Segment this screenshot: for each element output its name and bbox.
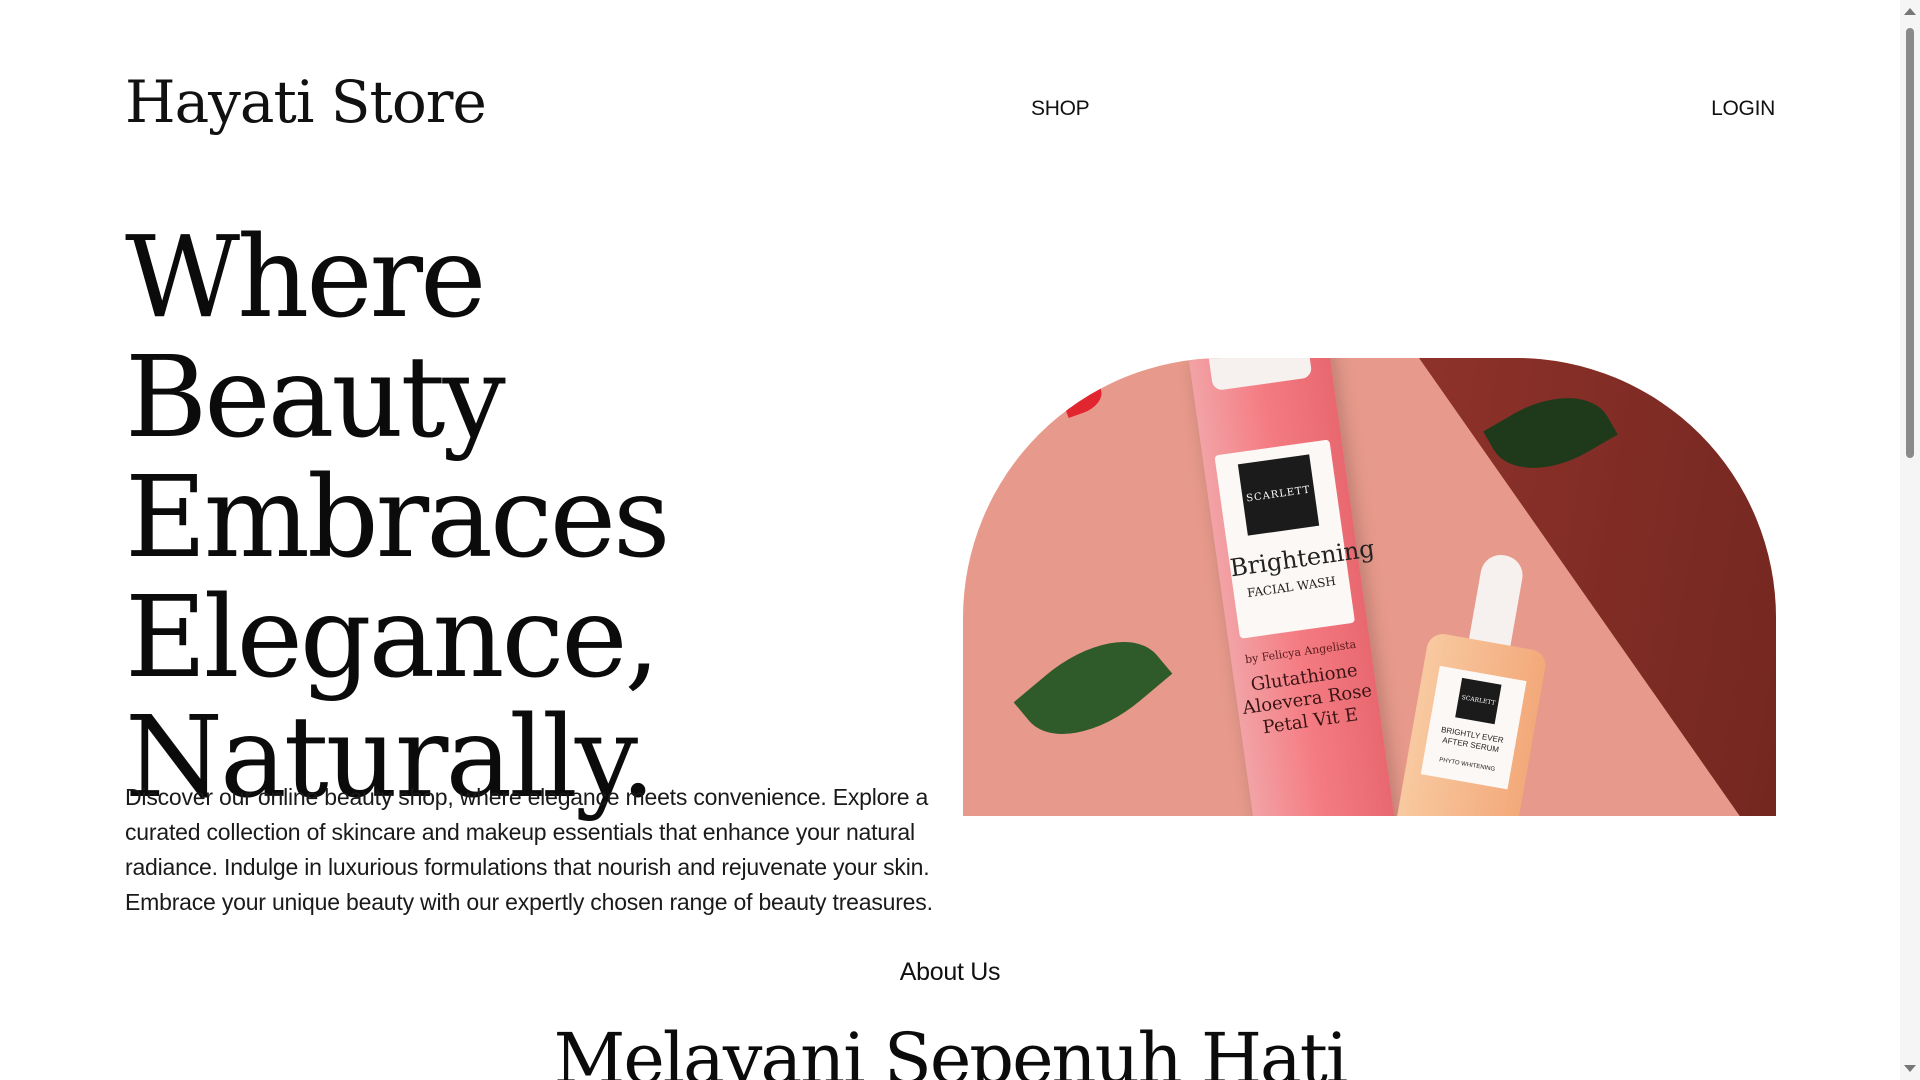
bottle-cap <box>1205 358 1313 392</box>
serum-bottle: SCARLETT BRIGHTLY EVER AFTER SERUM PHYTO… <box>1391 545 1563 816</box>
rose-petal <box>1059 379 1107 419</box>
serum-dropper <box>1467 551 1526 653</box>
bottle-brand: SCARLETT <box>1237 454 1320 536</box>
bottle-ingredients: Glutathione Aloevera Rose Petal Vit E <box>1241 659 1374 739</box>
rose-leaf <box>1013 612 1173 764</box>
hero-description: Discover our online beauty shop, where e… <box>125 784 933 915</box>
serum-brand: SCARLETT <box>1455 677 1502 725</box>
facial-wash-bottle: SCARLETT Brightening FACIAL WASH by Feli… <box>1187 358 1399 816</box>
about-us-label: About Us <box>899 958 1001 986</box>
brand-logo[interactable]: Hayati Store <box>125 68 487 136</box>
scrollbar-thumb[interactable] <box>1906 28 1914 458</box>
bottle-label: SCARLETT Brightening FACIAL WASH by Feli… <box>1214 439 1376 666</box>
hero-product-image: SCARLETT Brightening FACIAL WASH by Feli… <box>963 358 1776 816</box>
serum-sub: PHYTO WHITENING <box>1438 757 1496 773</box>
hero-title: Where Beauty Embraces Elegance, Naturall… <box>125 213 670 823</box>
about-title: Melayani Sepenuh Hati <box>553 1018 1349 1080</box>
scroll-up-icon[interactable] <box>1904 8 1916 15</box>
page: Hayati Store SHOP LOGIN Where Beauty Emb… <box>0 0 1900 1080</box>
scroll-down-icon[interactable] <box>1904 1065 1916 1072</box>
serum-label: SCARLETT BRIGHTLY EVER AFTER SERUM PHYTO… <box>1420 665 1527 790</box>
vertical-scrollbar[interactable] <box>1900 0 1920 1080</box>
nav-shop-link[interactable]: SHOP <box>1031 97 1090 121</box>
nav-login-link[interactable]: LOGIN <box>1711 97 1775 121</box>
serum-name: BRIGHTLY EVER AFTER SERUM <box>1440 725 1505 755</box>
